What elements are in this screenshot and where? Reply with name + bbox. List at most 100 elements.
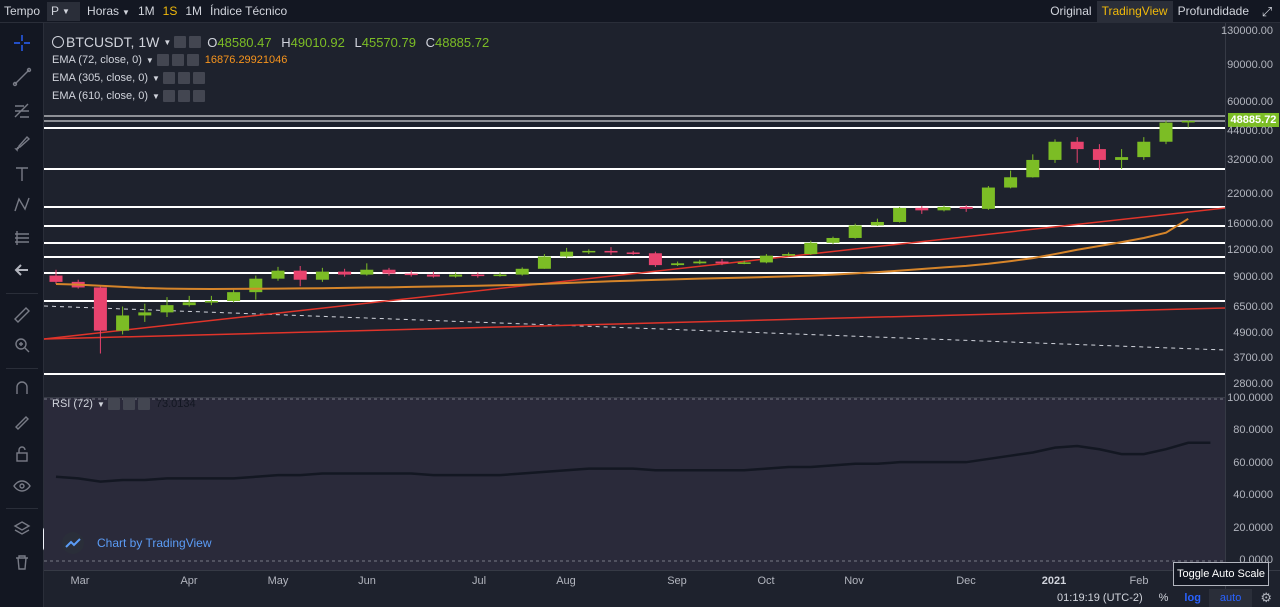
candle [182, 302, 196, 306]
close-icon[interactable] [192, 72, 205, 84]
price-tick-label: 2800.00 [1233, 378, 1273, 390]
interval-1mo-button[interactable]: 1M [181, 1, 206, 22]
candle [626, 252, 640, 254]
tradingview-watermark[interactable]: Chart by TradingView [62, 532, 212, 554]
candle [1137, 141, 1151, 158]
eye-icon[interactable] [0, 472, 44, 500]
time-axis[interactable]: Mar Apr May Jun Jul Aug Sep Oct Nov Dec 2021 Feb [44, 570, 1225, 589]
symbol-icon [52, 36, 64, 48]
close-icon[interactable] [186, 54, 199, 66]
time-tick-label: May [267, 575, 289, 587]
candle [160, 305, 174, 313]
ema-305-label[interactable]: EMA (305, close, 0) [52, 72, 148, 84]
interval-1s-button[interactable]: 1S [159, 1, 182, 22]
settings-icon[interactable] [107, 398, 120, 410]
percent-toggle[interactable]: % [1151, 589, 1177, 607]
candle [426, 274, 440, 277]
chevron-down-icon[interactable]: ▼ [163, 38, 171, 47]
lock-icon[interactable] [0, 440, 44, 468]
close-icon[interactable] [192, 90, 205, 102]
ema-72-label[interactable]: EMA (72, close, 0) [52, 54, 142, 66]
chevron-down-icon: ▼ [62, 6, 70, 16]
crosshair-icon[interactable] [0, 29, 44, 57]
chevron-down-icon[interactable]: ▼ [146, 56, 154, 65]
price-tick-label: 9000.00 [1233, 270, 1273, 283]
prediction-icon[interactable] [0, 224, 44, 252]
hide-icon[interactable] [177, 72, 190, 84]
indicators-button[interactable]: Índice Técnico [206, 1, 291, 22]
close-icon[interactable] [137, 398, 150, 410]
view-tradingview-button[interactable]: TradingView [1096, 1, 1173, 22]
candle [870, 221, 884, 226]
candle [249, 278, 263, 293]
view-depth-button[interactable]: Profundidade [1173, 1, 1254, 22]
auto-scale-tooltip: Toggle Auto Scale [1173, 562, 1269, 586]
brush-icon[interactable] [0, 129, 44, 157]
gear-icon[interactable]: ⚙ [1252, 589, 1280, 607]
candle [915, 207, 929, 211]
auto-scale-toggle[interactable]: auto [1208, 589, 1253, 607]
candle [671, 263, 685, 266]
ema-72-value: 16876.29921046 [204, 54, 288, 66]
rsi-pane[interactable] [44, 397, 1225, 570]
candle [826, 237, 840, 243]
price-axis[interactable]: 48885.72 130000.00 90000.00 60000.00 44000.… [1221, 23, 1280, 570]
hide-icon[interactable] [122, 398, 135, 410]
time-tick-label: 2021 [1041, 575, 1067, 587]
rsi-tick-label: 100.0000 [1227, 392, 1273, 404]
layers-icon[interactable] [0, 515, 44, 543]
time-tick-label: Oct [757, 575, 775, 587]
symbol-select[interactable]: P ▼ [47, 1, 81, 21]
hide-icon[interactable] [177, 90, 190, 102]
stay-drawing-icon[interactable] [0, 407, 44, 435]
hide-icon[interactable] [189, 36, 202, 48]
settings-icon[interactable] [162, 72, 175, 84]
time-tick-label: Nov [844, 575, 864, 587]
time-tick-label: Feb [1129, 575, 1149, 587]
trash-icon[interactable] [0, 548, 44, 576]
settings-icon[interactable] [156, 54, 169, 66]
candle [1070, 141, 1084, 150]
hide-icon[interactable] [171, 54, 184, 66]
price-tick-label: 22000.00 [1227, 188, 1273, 201]
candle [449, 274, 463, 277]
candle [360, 269, 374, 275]
candle [1026, 159, 1040, 178]
candle [560, 251, 574, 257]
chevron-down-icon[interactable]: ▼ [152, 92, 160, 101]
rsi-label[interactable]: RSI (72) [52, 398, 93, 410]
candle [981, 187, 995, 209]
rsi-tick-label: 40.0000 [1233, 489, 1273, 502]
interval-select[interactable]: Horas ▼ [83, 1, 134, 22]
chart-legend: BTCUSDT, 1W ▼ O48580.47 H49010.92 L45570… [52, 33, 489, 105]
bottom-bar: 01:19:19 (UTC-2) % log auto ⚙ [44, 589, 1280, 607]
symbol-title[interactable]: BTCUSDT, 1W [66, 34, 159, 50]
time-tick-label: Sep [667, 575, 687, 587]
fib-icon[interactable] [0, 97, 44, 125]
candle [1092, 149, 1106, 160]
magnet-icon[interactable] [0, 374, 44, 402]
chevron-down-icon[interactable]: ▼ [97, 400, 105, 409]
rsi-legend: RSI (72) ▼ 73.0134 [52, 397, 196, 411]
chevron-down-icon[interactable]: ▼ [152, 74, 160, 83]
settings-icon[interactable] [162, 90, 175, 102]
expand-icon[interactable]: ⤢ [1254, 1, 1280, 22]
candle [382, 269, 396, 274]
pattern-icon[interactable] [0, 191, 44, 219]
candle [737, 262, 751, 264]
back-arrow-icon[interactable] [0, 256, 44, 284]
chevron-down-icon: ▼ [122, 7, 130, 17]
ema-610-label[interactable]: EMA (610, close, 0) [52, 90, 148, 102]
candle [715, 261, 729, 264]
zoom-in-icon[interactable] [0, 331, 44, 359]
settings-icon[interactable] [174, 36, 187, 48]
trendline-icon[interactable] [0, 63, 44, 91]
text-icon[interactable] [0, 160, 44, 188]
ruler-icon[interactable] [0, 301, 44, 329]
view-original-button[interactable]: Original [1045, 1, 1096, 22]
ohlc-values: O48580.47 H49010.92 L45570.79 C48885.72 [207, 34, 490, 50]
interval-1m-button[interactable]: 1M [134, 1, 159, 22]
watermark-text: Chart by TradingView [97, 536, 212, 550]
price-tick-label: 32000.00 [1227, 153, 1273, 166]
log-toggle[interactable]: log [1176, 589, 1209, 607]
